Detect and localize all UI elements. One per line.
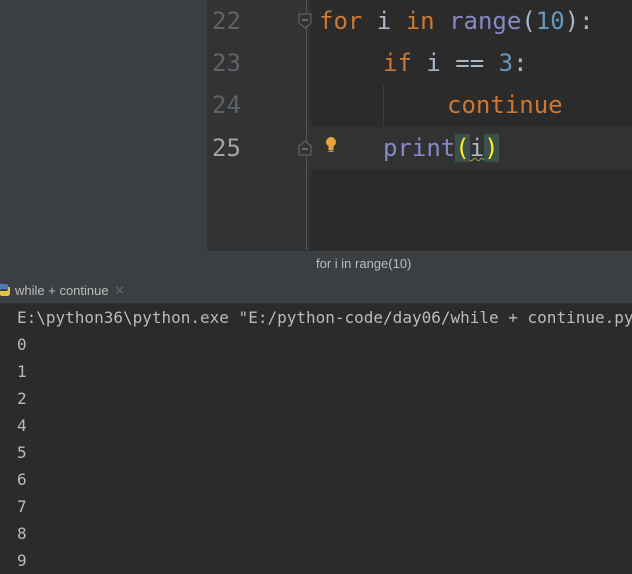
- close-icon[interactable]: ×: [115, 283, 125, 297]
- keyword-for: for: [319, 7, 363, 35]
- bracket-close-highlight: ): [484, 134, 499, 162]
- gutter-divider: [306, 0, 307, 250]
- keyword-if: if: [383, 49, 412, 77]
- console-line: 6: [17, 470, 27, 489]
- line-number-25: 25: [212, 134, 241, 162]
- builtin-print: print: [383, 134, 456, 162]
- console-line: 5: [17, 443, 27, 462]
- python-icon: [0, 284, 11, 296]
- number-literal: 3: [498, 49, 514, 77]
- console-line: E:\python36\python.exe "E:/python-code/d…: [17, 308, 632, 327]
- code-token: i: [362, 7, 406, 35]
- line-number-22: 22: [212, 7, 241, 35]
- code-token: ):: [564, 7, 594, 35]
- breadcrumb-bar: for i in range(10): [207, 250, 632, 276]
- code-line-23[interactable]: if i == 3:: [383, 42, 528, 84]
- run-tab-label: while + continue: [15, 282, 109, 298]
- fold-end-marker-icon[interactable]: [297, 140, 313, 156]
- console-line: 2: [17, 389, 27, 408]
- console-line: 4: [17, 416, 27, 435]
- console-line: 7: [17, 497, 27, 516]
- code-token: :: [513, 49, 528, 77]
- console-line: 1: [17, 362, 27, 381]
- fold-marker-icon[interactable]: [297, 13, 313, 29]
- console-line: 8: [17, 524, 27, 543]
- lightbulb-icon[interactable]: [323, 135, 339, 155]
- code-line-25[interactable]: print(i): [383, 127, 499, 169]
- indent-guide: [383, 84, 384, 126]
- run-tool-header: while + continue ×: [0, 276, 632, 304]
- line-number-23: 23: [212, 49, 241, 77]
- builtin-range: range: [449, 7, 522, 35]
- code-token: (: [521, 7, 536, 35]
- number-literal: 10: [535, 7, 565, 35]
- code-line-22[interactable]: for i in range(10):: [319, 0, 594, 42]
- breadcrumb[interactable]: for i in range(10): [316, 251, 411, 277]
- console-output[interactable]: E:\python36\python.exe "E:/python-code/d…: [0, 304, 632, 574]
- project-panel: [0, 0, 207, 276]
- run-tab[interactable]: while + continue ×: [0, 276, 133, 304]
- code-token: i: [469, 134, 485, 162]
- console-line: 9: [17, 551, 27, 570]
- code-token: i ==: [411, 49, 499, 77]
- keyword-in: in: [405, 7, 435, 35]
- code-line-24[interactable]: continue: [447, 84, 563, 126]
- line-number-24: 24: [212, 91, 241, 119]
- console-line: 0: [17, 335, 27, 354]
- keyword-continue: continue: [447, 91, 563, 119]
- bracket-open-highlight: (: [455, 134, 470, 162]
